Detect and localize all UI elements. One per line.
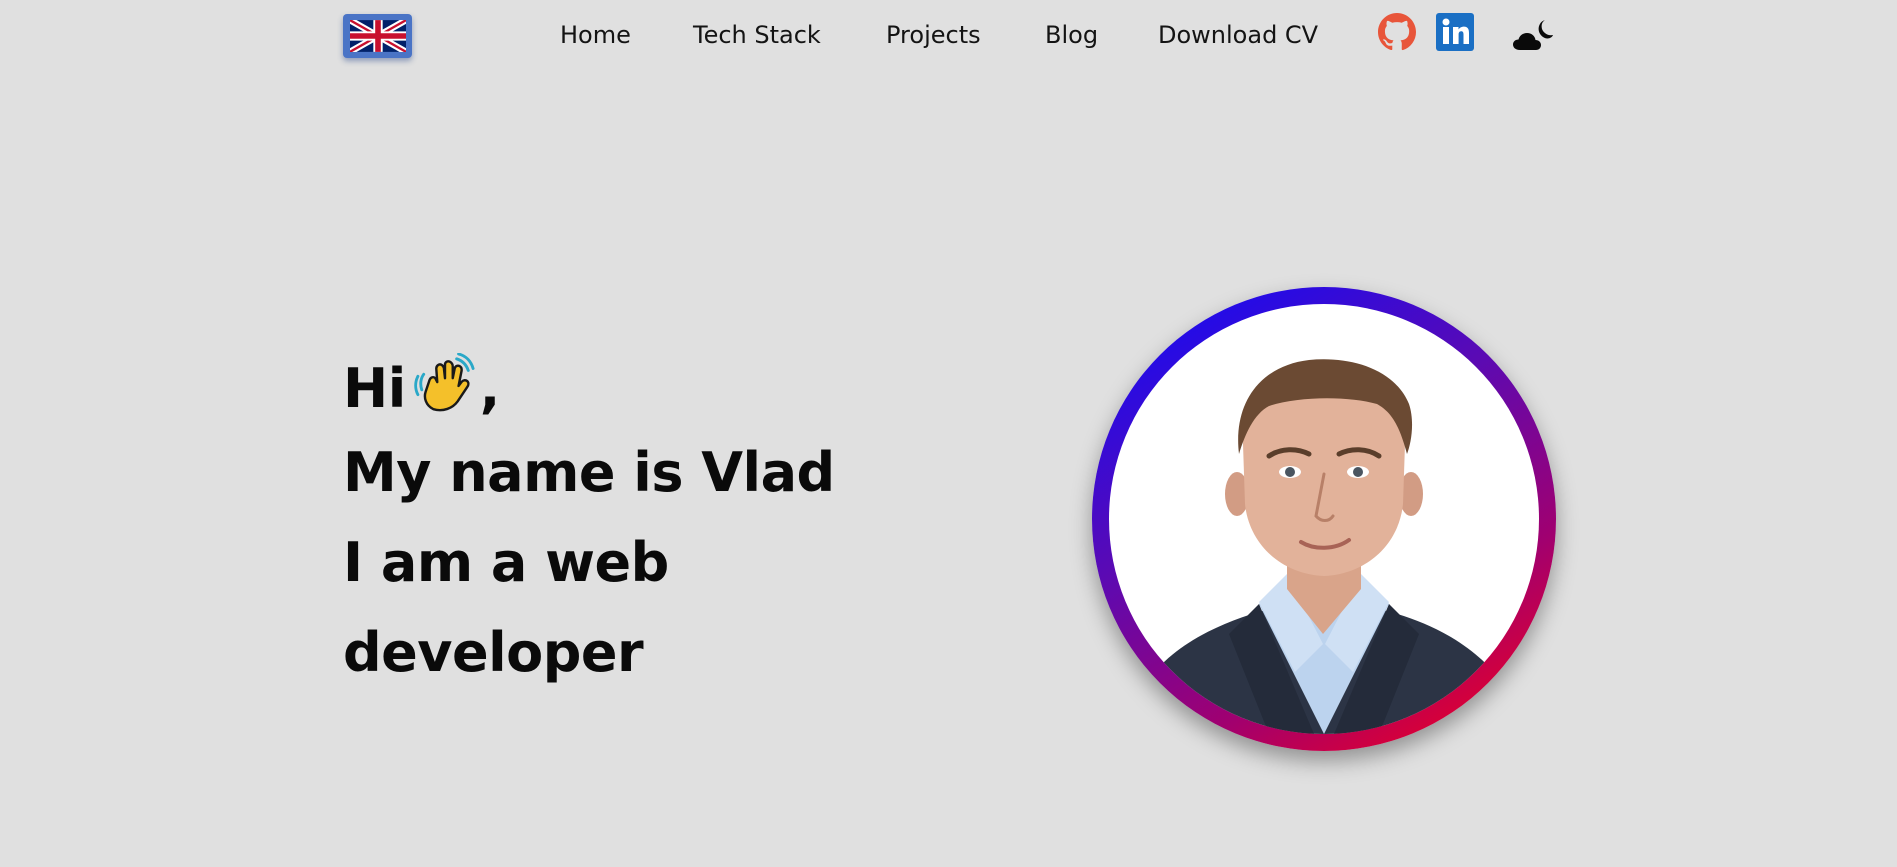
- language-switch-button[interactable]: [343, 14, 412, 58]
- hero-name-line: My name is Vlad: [343, 441, 835, 504]
- greeting-text: Hi: [343, 357, 406, 420]
- person-portrait-icon: [1124, 359, 1524, 734]
- profile-photo-frame: [1092, 287, 1556, 751]
- github-link[interactable]: [1378, 13, 1416, 51]
- nav-download-cv[interactable]: Download CV: [1158, 17, 1318, 53]
- nav-home[interactable]: Home: [560, 17, 631, 53]
- hero-role-line-2: developer: [343, 621, 644, 684]
- github-icon: [1378, 13, 1416, 51]
- nav-projects[interactable]: Projects: [886, 17, 981, 53]
- linkedin-link[interactable]: [1436, 13, 1474, 51]
- page: Home Tech Stack Projects Blog Download C…: [0, 0, 1897, 867]
- hero-role-line: I am a web: [343, 531, 669, 594]
- uk-flag-icon: [349, 20, 406, 52]
- nav-blog[interactable]: Blog: [1045, 17, 1098, 53]
- greeting-suffix: ,: [479, 357, 501, 420]
- waving-hand-icon: [413, 352, 476, 429]
- moon-cloud-icon: [1513, 20, 1553, 50]
- theme-toggle-button[interactable]: [1512, 16, 1554, 54]
- profile-photo: [1109, 304, 1539, 734]
- linkedin-icon: [1436, 13, 1474, 51]
- hero-greeting: Hi ,: [343, 352, 501, 429]
- nav-tech-stack[interactable]: Tech Stack: [693, 17, 821, 53]
